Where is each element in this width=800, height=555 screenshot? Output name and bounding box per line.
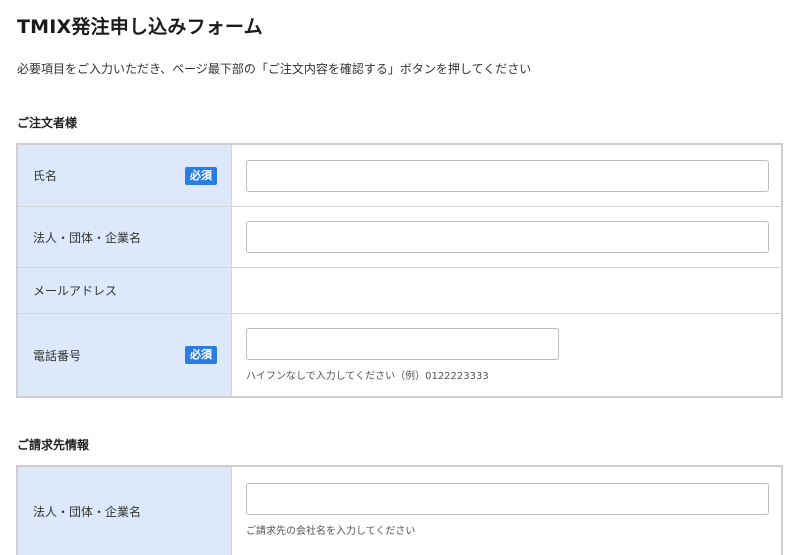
field-cell-name	[232, 145, 783, 206]
field-cell-company	[232, 207, 783, 267]
phone-hint: ハイフンなしで入力してください（例）0122223333	[246, 371, 489, 382]
required-badge: 必須	[185, 166, 217, 185]
row-company: 法人・団体・企業名	[18, 207, 781, 268]
label-cell-name: 氏名 必須	[18, 145, 232, 206]
name-input[interactable]	[246, 159, 769, 192]
row-name: 氏名 必須	[18, 145, 781, 207]
field-cell-billing-company: ご請求先の会社名を入力してください	[232, 467, 783, 555]
field-cell-phone: ハイフンなしで入力してください（例）0122223333	[232, 314, 781, 396]
label-company: 法人・団体・企業名	[33, 230, 142, 245]
section-title-billing: ご請求先情報	[17, 438, 90, 452]
label-cell-phone: 電話番号 必須	[18, 314, 232, 396]
label-cell-email: メールアドレス	[18, 268, 232, 313]
company-input[interactable]	[246, 221, 769, 253]
billing-company-input[interactable]	[246, 483, 769, 515]
label-billing-company: 法人・団体・企業名	[33, 504, 142, 519]
row-email: メールアドレス	[18, 268, 781, 314]
phone-input[interactable]	[246, 328, 559, 360]
label-cell-billing-company: 法人・団体・企業名	[18, 467, 232, 555]
label-cell-company: 法人・団体・企業名	[18, 207, 232, 267]
orderer-form-table: 氏名 必須 法人・団体・企業名 メールアドレス 電話番号 必須 ハイフンなしで入…	[16, 143, 783, 398]
row-billing-company: 法人・団体・企業名 ご請求先の会社名を入力してください	[18, 467, 781, 555]
section-title-orderer: ご注文者様	[17, 116, 78, 130]
required-badge: 必須	[185, 346, 217, 364]
billing-form-table: 法人・団体・企業名 ご請求先の会社名を入力してください	[16, 465, 783, 555]
page-title: TMIX発注申し込みフォーム	[17, 16, 263, 38]
label-email: メールアドレス	[33, 284, 118, 298]
field-cell-email	[232, 268, 781, 313]
intro-text: 必要項目をご入力いただき、ページ最下部の「ご注文内容を確認する」ボタンを押してく…	[17, 62, 532, 76]
label-name: 氏名	[33, 169, 58, 183]
row-phone: 電話番号 必須 ハイフンなしで入力してください（例）0122223333	[18, 314, 781, 396]
billing-company-hint: ご請求先の会社名を入力してください	[246, 526, 416, 537]
label-phone: 電話番号	[33, 348, 82, 363]
